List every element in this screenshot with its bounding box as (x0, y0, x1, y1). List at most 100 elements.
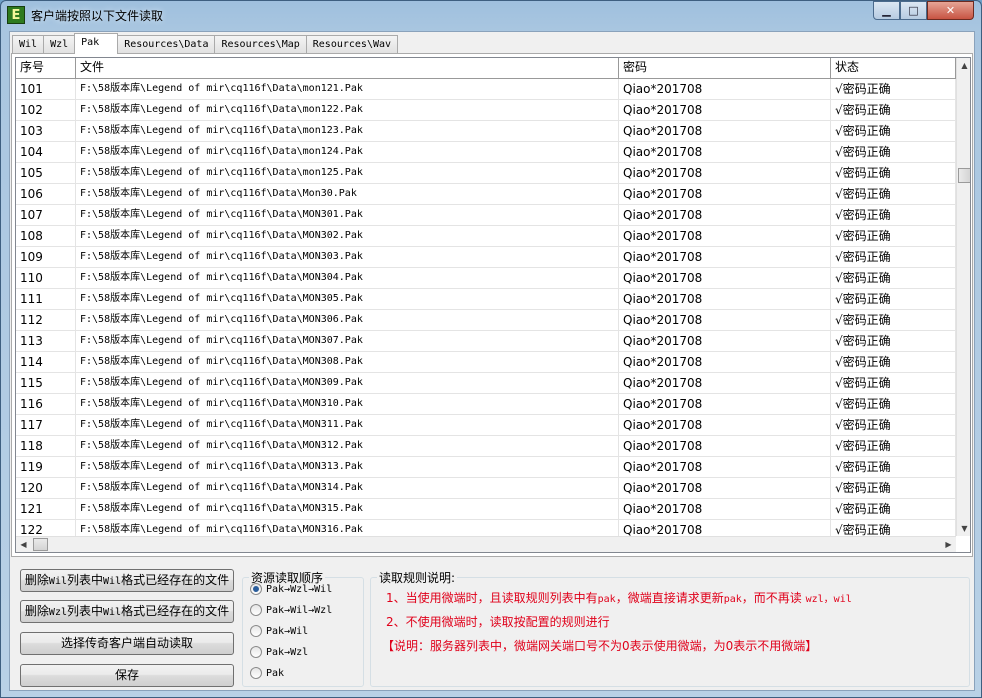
radio-pak-wzl-wil[interactable]: Pak→Wzl→Wil (250, 581, 332, 597)
vertical-scroll-thumb[interactable] (958, 168, 970, 183)
cell-status: √密码正确 (831, 79, 956, 99)
rule-line-2: 2、不使用微端时，读取按配置的规则进行 (386, 615, 610, 629)
table-row[interactable]: 121 F:\58版本库\Legend of mir\cq116f\Data\MO… (16, 499, 956, 520)
app-icon: E (7, 6, 25, 24)
cell-index: 115 (16, 373, 76, 393)
table-row[interactable]: 113 F:\58版本库\Legend of mir\cq116f\Data\MO… (16, 331, 956, 352)
vertical-scrollbar[interactable]: ▲ ▼ (956, 58, 970, 536)
cell-index: 112 (16, 310, 76, 330)
cell-index: 116 (16, 394, 76, 414)
table-row[interactable]: 114 F:\58版本库\Legend of mir\cq116f\Data\MO… (16, 352, 956, 373)
table-row[interactable]: 110 F:\58版本库\Legend of mir\cq116f\Data\MO… (16, 268, 956, 289)
tab-wzl[interactable]: Wzl (43, 35, 76, 54)
tab-resources-map[interactable]: Resources\Map (214, 35, 307, 54)
btn1-mid: 列表中 (66, 573, 103, 587)
delete-wil-existing-button[interactable]: 删除Wil列表中Wil格式已经存在的文件 (20, 569, 234, 592)
tab-resources-data[interactable]: Resources\Data (117, 35, 216, 54)
btn1-prefix: 删除 (24, 573, 49, 587)
save-button[interactable]: 保存 (20, 664, 234, 687)
column-header-status[interactable]: 状态 (831, 58, 956, 78)
radio-pak-wil[interactable]: Pak→Wil (250, 623, 308, 639)
radio-pak-wil-wzl[interactable]: Pak→Wil→Wzl (250, 602, 332, 618)
cell-status: √密码正确 (831, 289, 956, 309)
delete-wzl-existing-button[interactable]: 删除Wzl列表中Wil格式已经存在的文件 (20, 600, 234, 623)
table-row[interactable]: 117 F:\58版本库\Legend of mir\cq116f\Data\MO… (16, 415, 956, 436)
rule1-c: ，微端直接请求更新 (615, 591, 724, 605)
cell-file: F:\58版本库\Legend of mir\cq116f\Data\mon12… (76, 121, 619, 141)
cell-password: Qiao*201708 (619, 436, 831, 456)
radio-pak-wzl[interactable]: Pak→Wzl (250, 644, 308, 660)
cell-status: √密码正确 (831, 331, 956, 351)
client-area: Wil Wzl Pak Resources\Data Resources\Map… (9, 31, 975, 691)
radio-pak[interactable]: Pak (250, 665, 284, 681)
cell-status: √密码正确 (831, 352, 956, 372)
cell-file: F:\58版本库\Legend of mir\cq116f\Data\MON31… (76, 415, 619, 435)
cell-status: √密码正确 (831, 415, 956, 435)
table-row[interactable]: 119 F:\58版本库\Legend of mir\cq116f\Data\MO… (16, 457, 956, 478)
cell-index: 119 (16, 457, 76, 477)
table-row[interactable]: 106 F:\58版本库\Legend of mir\cq116f\Data\Mo… (16, 184, 956, 205)
table-row[interactable]: 109 F:\58版本库\Legend of mir\cq116f\Data\MO… (16, 247, 956, 268)
tab-pak[interactable]: Pak (74, 33, 119, 54)
cell-status: √密码正确 (831, 100, 956, 120)
scroll-up-icon[interactable]: ▲ (957, 58, 970, 73)
rule-line-1: 1、当使用微端时，且读取规则列表中有pak，微端直接请求更新pak，而不再读 w… (386, 589, 852, 606)
maximize-button[interactable]: □ (900, 1, 927, 20)
radio-dot-icon (250, 583, 262, 595)
cell-file: F:\58版本库\Legend of mir\cq116f\Data\MON30… (76, 331, 619, 351)
table-row[interactable]: 115 F:\58版本库\Legend of mir\cq116f\Data\MO… (16, 373, 956, 394)
radio-dot-icon (250, 604, 262, 616)
cell-password: Qiao*201708 (619, 142, 831, 162)
btn2-code2: Wil (103, 607, 122, 618)
horizontal-scroll-thumb[interactable] (33, 538, 48, 551)
table-row[interactable]: 120 F:\58版本库\Legend of mir\cq116f\Data\MO… (16, 478, 956, 499)
rule1-d: pak (723, 594, 742, 605)
table-row[interactable]: 116 F:\58版本库\Legend of mir\cq116f\Data\MO… (16, 394, 956, 415)
file-grid[interactable]: 序号 文件 密码 状态 101 F:\58版本库\Legend of mir\cq… (15, 57, 971, 553)
grid-rows: 101 F:\58版本库\Legend of mir\cq116f\Data\mo… (16, 79, 956, 541)
cell-status: √密码正确 (831, 436, 956, 456)
scroll-left-icon[interactable]: ◀ (16, 537, 31, 552)
scroll-right-icon[interactable]: ▶ (941, 537, 956, 552)
table-row[interactable]: 102 F:\58版本库\Legend of mir\cq116f\Data\mo… (16, 100, 956, 121)
column-header-password[interactable]: 密码 (619, 58, 831, 78)
minimize-button[interactable]: ▁ (873, 1, 900, 20)
select-client-auto-read-button[interactable]: 选择传奇客户端自动读取 (20, 632, 234, 655)
table-row[interactable]: 112 F:\58版本库\Legend of mir\cq116f\Data\MO… (16, 310, 956, 331)
table-row[interactable]: 111 F:\58版本库\Legend of mir\cq116f\Data\MO… (16, 289, 956, 310)
cell-index: 102 (16, 100, 76, 120)
radio-label: Pak→Wil (266, 625, 309, 637)
scroll-down-icon[interactable]: ▼ (957, 521, 970, 536)
cell-index: 118 (16, 436, 76, 456)
close-button[interactable]: ✕ (927, 1, 974, 20)
cell-index: 114 (16, 352, 76, 372)
tab-strip: Wil Wzl Pak Resources\Data Resources\Map… (12, 33, 399, 54)
cell-file: F:\58版本库\Legend of mir\cq116f\Data\MON30… (76, 373, 619, 393)
table-row[interactable]: 105 F:\58版本库\Legend of mir\cq116f\Data\mo… (16, 163, 956, 184)
rule1-f: wzl，wil (805, 594, 852, 605)
title-bar[interactable]: E 客户端按照以下文件读取 ▁ □ ✕ (1, 1, 981, 29)
table-row[interactable]: 101 F:\58版本库\Legend of mir\cq116f\Data\mo… (16, 79, 956, 100)
cell-status: √密码正确 (831, 457, 956, 477)
horizontal-scrollbar[interactable]: ◀ ▶ (16, 536, 956, 552)
table-row[interactable]: 104 F:\58版本库\Legend of mir\cq116f\Data\mo… (16, 142, 956, 163)
table-row[interactable]: 108 F:\58版本库\Legend of mir\cq116f\Data\MO… (16, 226, 956, 247)
table-row[interactable]: 107 F:\58版本库\Legend of mir\cq116f\Data\MO… (16, 205, 956, 226)
radio-dot-icon (250, 646, 262, 658)
cell-index: 104 (16, 142, 76, 162)
column-header-file[interactable]: 文件 (76, 58, 619, 78)
tab-resources-wav[interactable]: Resources\Wav (305, 35, 399, 54)
cell-status: √密码正确 (831, 394, 956, 414)
cell-file: F:\58版本库\Legend of mir\cq116f\Data\Mon30… (76, 184, 619, 204)
cell-password: Qiao*201708 (619, 79, 831, 99)
cell-password: Qiao*201708 (619, 289, 831, 309)
table-row[interactable]: 103 F:\58版本库\Legend of mir\cq116f\Data\mo… (16, 121, 956, 142)
btn2-mid: 列表中 (66, 604, 103, 618)
tab-wil[interactable]: Wil (12, 35, 45, 54)
cell-file: F:\58版本库\Legend of mir\cq116f\Data\MON30… (76, 310, 619, 330)
table-row[interactable]: 118 F:\58版本库\Legend of mir\cq116f\Data\MO… (16, 436, 956, 457)
cell-password: Qiao*201708 (619, 499, 831, 519)
cell-file: F:\58版本库\Legend of mir\cq116f\Data\mon12… (76, 100, 619, 120)
cell-file: F:\58版本库\Legend of mir\cq116f\Data\MON30… (76, 205, 619, 225)
column-header-index[interactable]: 序号 (16, 58, 76, 78)
